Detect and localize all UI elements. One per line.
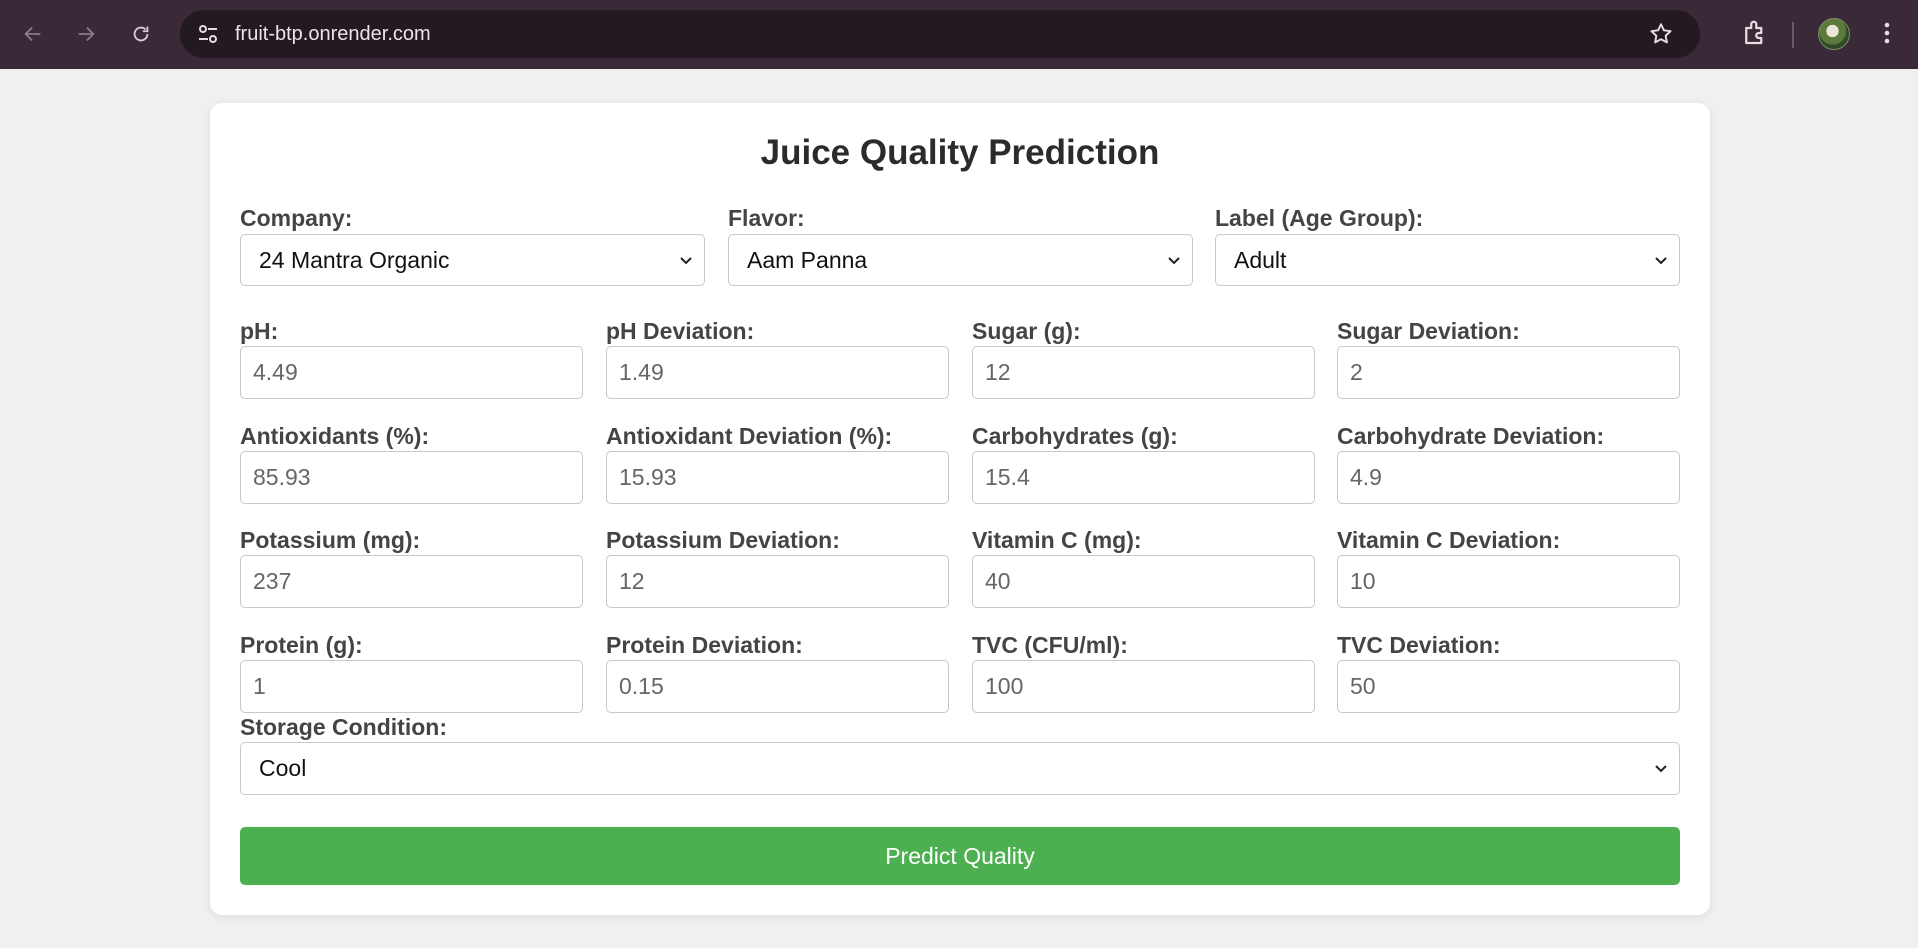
protein-input[interactable]: 1 [240,660,583,713]
vitamin-c-deviation-label: Vitamin C Deviation: [1337,527,1561,553]
tvc-input[interactable]: 100 [972,660,1315,713]
antioxidant-deviation-label: Antioxidant Deviation (%): [606,423,893,449]
sugar-deviation-label: Sugar Deviation: [1337,318,1520,344]
tvc-deviation-label: TVC Deviation: [1337,632,1501,658]
ph-deviation-label: pH Deviation: [606,318,755,344]
age-group-select-value: Adult [1234,246,1287,273]
ph-value: 4.49 [253,359,298,385]
protein-label: Protein (g): [240,632,363,658]
sugar-input[interactable]: 12 [972,346,1315,399]
vitamin-c-input[interactable]: 40 [972,555,1315,608]
sugar-value: 12 [985,359,1011,385]
tvc-deviation-value: 50 [1350,673,1376,699]
protein-value: 1 [253,673,266,699]
ph-label: pH: [240,318,279,344]
reload-icon [133,26,149,42]
toolbar-divider [1792,22,1794,48]
chevron-down-icon [680,257,692,265]
ph-input[interactable]: 4.49 [240,346,583,399]
bookmark-star-icon[interactable] [1648,21,1674,47]
arrow-right-icon [78,26,95,42]
potassium-deviation-value: 12 [619,568,645,594]
predict-quality-button[interactable]: Predict Quality [240,827,1680,885]
site-info-icon[interactable] [196,22,220,46]
profile-avatar[interactable] [1818,18,1850,50]
company-select-value: 24 Mantra Organic [259,246,450,273]
potassium-value: 237 [253,568,292,594]
vitamin-c-label: Vitamin C (mg): [972,527,1142,553]
ph-deviation-value: 1.49 [619,359,664,385]
carbohydrates-label: Carbohydrates (g): [972,423,1178,449]
sugar-deviation-value: 2 [1350,359,1363,385]
antioxidant-deviation-input[interactable]: 15.93 [606,451,949,504]
chevron-down-icon [1655,765,1667,773]
chevron-down-icon [1655,257,1667,265]
tvc-label: TVC (CFU/ml): [972,632,1128,658]
protein-deviation-input[interactable]: 0.15 [606,660,949,713]
potassium-deviation-input[interactable]: 12 [606,555,949,608]
company-select[interactable]: 24 Mantra Organic [240,234,705,286]
page-title: Juice Quality Prediction [760,133,1160,172]
protein-deviation-value: 0.15 [619,673,664,699]
chevron-down-icon [1168,257,1180,265]
potassium-input[interactable]: 237 [240,555,583,608]
vitamin-c-deviation-input[interactable]: 10 [1337,555,1680,608]
antioxidants-label: Antioxidants (%): [240,423,430,449]
protein-deviation-label: Protein Deviation: [606,632,803,658]
carbohydrate-deviation-input[interactable]: 4.9 [1337,451,1680,504]
vitamin-c-value: 40 [985,568,1011,594]
flavor-select[interactable]: Aam Panna [728,234,1193,286]
flavor-label: Flavor: [728,205,805,231]
carbohydrate-deviation-value: 4.9 [1350,464,1382,490]
extensions-icon[interactable] [1740,18,1770,48]
arrow-left-icon [24,26,41,42]
antioxidant-deviation-value: 15.93 [619,464,677,490]
ph-deviation-input[interactable]: 1.49 [606,346,949,399]
sugar-deviation-input[interactable]: 2 [1337,346,1680,399]
url-text: fruit-btp.onrender.com [235,23,431,45]
carbohydrates-input[interactable]: 15.4 [972,451,1315,504]
more-menu-icon[interactable] [1874,18,1900,48]
carbohydrates-value: 15.4 [985,464,1030,490]
potassium-deviation-label: Potassium Deviation: [606,527,840,553]
antioxidants-value: 85.93 [253,464,311,490]
tvc-deviation-input[interactable]: 50 [1337,660,1680,713]
address-bar[interactable]: fruit-btp.onrender.com [180,10,1700,58]
prediction-form-card: Juice Quality Prediction Company: 24 Man… [210,103,1710,915]
storage-select[interactable]: Cool [240,742,1680,795]
vitamin-c-deviation-value: 10 [1350,568,1376,594]
forward-button[interactable] [69,17,103,51]
storage-label: Storage Condition: [240,714,447,740]
flavor-select-value: Aam Panna [747,246,868,273]
tvc-value: 100 [985,673,1024,699]
antioxidants-input[interactable]: 85.93 [240,451,583,504]
sugar-label: Sugar (g): [972,318,1081,344]
company-label: Company: [240,205,353,231]
storage-select-value: Cool [259,755,307,781]
age-group-label: Label (Age Group): [1215,205,1424,231]
reload-button[interactable] [124,17,158,51]
carbohydrate-deviation-label: Carbohydrate Deviation: [1337,423,1605,449]
age-group-select[interactable]: Adult [1215,234,1680,286]
back-button[interactable] [16,17,50,51]
potassium-label: Potassium (mg): [240,527,421,553]
browser-toolbar: fruit-btp.onrender.com [0,0,1918,69]
